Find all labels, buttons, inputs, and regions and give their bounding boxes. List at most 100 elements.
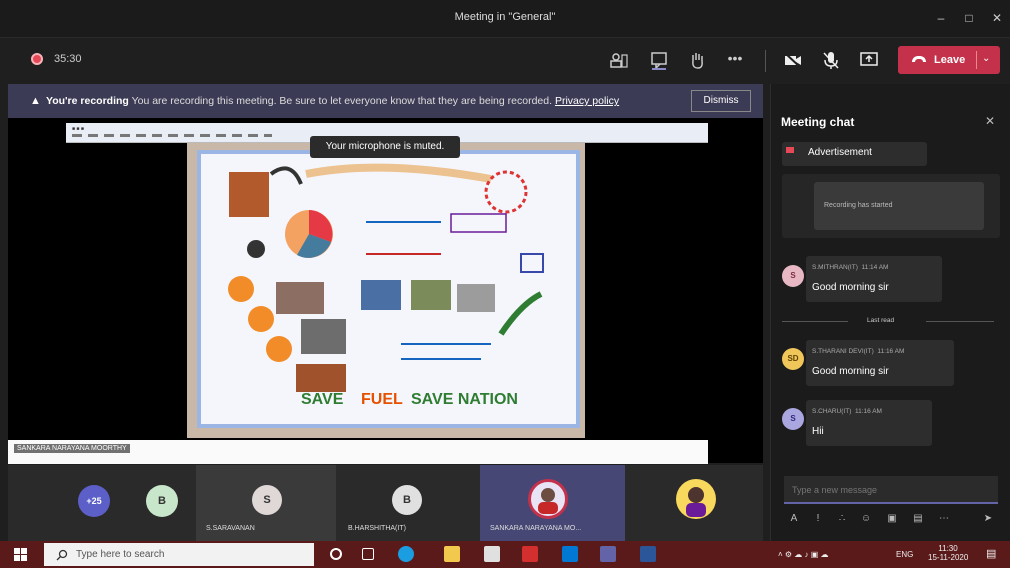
svg-text:SAVE: SAVE: [301, 391, 344, 408]
word-icon[interactable]: [640, 546, 656, 562]
share-screen-icon[interactable]: [858, 49, 880, 71]
recording-banner: ▲ You're recording You are recording thi…: [8, 84, 763, 118]
window-title: Meeting in "General": [454, 11, 556, 23]
chat-card-text: Advertisement: [808, 147, 872, 158]
phone-hangup-icon: [912, 56, 926, 62]
gif-icon[interactable]: ▣: [886, 513, 898, 525]
participant-tile[interactable]: S S.SARAVANAN: [196, 465, 336, 541]
minimize-icon[interactable]: –: [930, 8, 952, 28]
close-chat-icon[interactable]: ✕: [985, 114, 995, 128]
participant-name: S.SARAVANAN: [206, 525, 255, 532]
camera-off-icon[interactable]: [782, 49, 804, 71]
poster-drawing: SAVE FUEL SAVE NATION: [228, 163, 544, 408]
shared-window-titlebar: ■ ■ ■: [72, 126, 84, 132]
meeting-timer: 35:30: [54, 53, 82, 65]
close-icon[interactable]: ✕: [986, 8, 1008, 28]
participant-name: SANKARA NARAYANA MO...: [490, 525, 582, 532]
raise-hand-icon[interactable]: [686, 49, 708, 71]
participant-avatar[interactable]: B: [146, 485, 178, 517]
more-actions-icon[interactable]: •••: [724, 49, 746, 71]
chat-avatar: S: [782, 408, 804, 430]
participant-photo-image: [538, 488, 558, 514]
poster-image: SAVE FUEL SAVE NATION: [197, 150, 580, 428]
chat-avatar: SD: [782, 348, 804, 370]
clock[interactable]: 11:30 15-11-2020: [928, 544, 968, 562]
windows-start-icon[interactable]: [14, 548, 27, 561]
participant-overflow-count[interactable]: +25: [78, 485, 110, 517]
participant-photo: [528, 479, 568, 519]
chat-compose-box[interactable]: [784, 476, 998, 504]
leave-label: Leave: [934, 54, 966, 66]
leave-divider: [976, 51, 977, 69]
chat-message-text: Hii: [812, 426, 824, 437]
task-view-icon[interactable]: [362, 548, 374, 560]
chat-message-text: Good morning sir: [812, 282, 889, 293]
chat-icon[interactable]: [648, 49, 670, 71]
search-icon: [56, 549, 68, 561]
clock-time: 11:30: [938, 544, 958, 553]
chat-message-text: Good morning sir: [812, 366, 889, 377]
participant-name: B.HARSHITHA(IT): [348, 525, 406, 532]
chat-message-meta: S.MITHRAN(IT) 11:14 AM: [812, 264, 888, 271]
participant-tile[interactable]: [628, 465, 763, 541]
system-tray-icons[interactable]: ˄ ⚙ ☁ ♪ ▣ ☁: [778, 550, 829, 559]
store-icon[interactable]: [484, 546, 500, 562]
priority-icon[interactable]: !: [812, 513, 824, 525]
language-indicator[interactable]: ENG: [896, 550, 913, 559]
chat-title: Meeting chat: [781, 115, 855, 129]
title-bar: Meeting in "General" – □ ✕: [0, 0, 1010, 38]
cortana-icon[interactable]: [330, 548, 342, 560]
maximize-icon[interactable]: □: [958, 8, 980, 28]
card-icon: [786, 147, 794, 153]
privacy-policy-link[interactable]: Privacy policy: [555, 95, 619, 107]
teams-icon[interactable]: [600, 546, 616, 562]
mail-icon[interactable]: [562, 546, 578, 562]
participant-tile[interactable]: B B.HARSHITHA(IT): [338, 465, 478, 541]
participants-icon[interactable]: [608, 49, 630, 71]
send-icon[interactable]: ➤: [982, 513, 994, 525]
recording-banner-message: You are recording this meeting. Be sure …: [131, 95, 553, 107]
chevron-down-icon[interactable]: ⌄: [982, 53, 990, 64]
participant-tile-active[interactable]: SANKARA NARAYANA MO...: [480, 465, 625, 541]
participant-avatar: B: [392, 485, 422, 515]
warning-icon: ▲: [30, 95, 41, 107]
chat-message[interactable]: S.MITHRAN(IT) 11:14 AM Good morning sir: [806, 256, 942, 302]
windows-taskbar: Type here to search ˄ ⚙ ☁ ♪ ▣ ☁ ENG 11:3…: [0, 541, 1010, 568]
microphone-off-icon[interactable]: [820, 49, 842, 71]
chat-message[interactable]: S.THARANI DEVI(IT) 11:16 AM Good morning…: [806, 340, 954, 386]
taskbar-search-box[interactable]: Type here to search: [44, 543, 314, 566]
app-icon[interactable]: [522, 546, 538, 562]
meeting-toolbar: 35:30 ••• Leave ⌄: [0, 38, 1010, 84]
sticker-icon[interactable]: ▤: [912, 513, 924, 525]
notification-icon[interactable]: ▤: [986, 547, 996, 560]
taskbar-search-placeholder: Type here to search: [76, 549, 165, 560]
system-message-text: Recording has started: [824, 202, 893, 209]
format-icon[interactable]: A: [788, 513, 800, 525]
recording-banner-title: You're recording: [46, 95, 129, 107]
system-message-container: Recording has started: [782, 174, 1000, 238]
chat-time: 11:16 AM: [854, 408, 882, 415]
system-message: Recording has started: [814, 182, 984, 230]
participant-overflow-tile[interactable]: +25 B: [60, 465, 210, 541]
leave-button[interactable]: Leave ⌄: [898, 46, 1000, 74]
chat-sender: S.THARANI DEVI(IT): [812, 348, 874, 355]
recording-banner-text: You're recording You are recording this …: [46, 95, 619, 107]
speaker-name-label: SANKARA NARAYANA MOORTHY: [14, 444, 130, 453]
last-read-divider-right: [926, 321, 994, 322]
dismiss-button[interactable]: Dismiss: [691, 90, 751, 112]
more-options-icon[interactable]: ⋯: [938, 513, 950, 525]
chat-card[interactable]: Advertisement: [782, 142, 927, 166]
last-read-divider-left: [782, 321, 848, 322]
attach-icon[interactable]: ∴: [836, 513, 848, 525]
participant-avatar: S: [252, 485, 282, 515]
recording-indicator-icon: [31, 53, 43, 65]
emoji-icon[interactable]: ☺: [860, 513, 872, 525]
svg-text:FUEL: FUEL: [361, 391, 403, 408]
chat-message-input[interactable]: [792, 482, 988, 498]
chat-avatar: S: [782, 265, 804, 287]
last-read-label: Last read: [867, 317, 895, 324]
edge-icon[interactable]: [398, 546, 414, 562]
file-explorer-icon[interactable]: [444, 546, 460, 562]
participant-photo-image: [686, 487, 706, 517]
chat-message[interactable]: S.CHARU(IT) 11:16 AM Hii: [806, 400, 932, 446]
